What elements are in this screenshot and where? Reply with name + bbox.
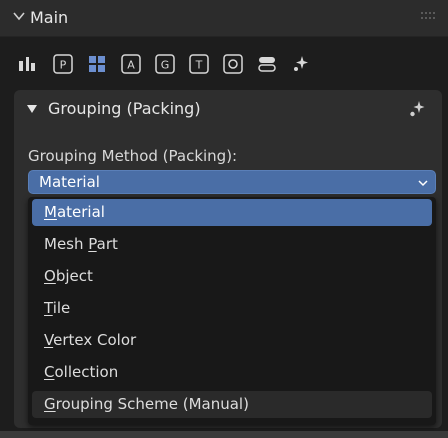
grouping-method-menu: Material Mesh Part Object Tile Vertex Color C… [28, 197, 436, 425]
grouping-section: Grouping (Packing) Grouping Method (Pack… [14, 90, 442, 428]
chevron-down-icon [418, 180, 428, 187]
menu-item-label-pre: Mesh [44, 235, 89, 253]
t-box-icon[interactable]: T [186, 51, 212, 77]
menu-item-label-post: rouping Scheme (Manual) [55, 395, 249, 413]
svg-text:A: A [127, 59, 135, 72]
g-box-icon[interactable]: G [152, 51, 178, 77]
toggle-icon[interactable] [254, 51, 280, 77]
menu-item[interactable]: Vertex Color [32, 327, 432, 354]
menu-item-label: Object [44, 267, 93, 285]
chevron-down-icon [13, 12, 25, 21]
menu-item-label: Material [44, 203, 105, 221]
menu-item[interactable]: Tile [32, 295, 432, 322]
sparkle-icon[interactable] [288, 51, 314, 77]
menu-item-label: Tile [44, 299, 70, 317]
grouping-method-label: Grouping Method (Packing): [28, 147, 238, 165]
menu-item-label-post: art [96, 235, 118, 253]
menu-item-label: Collection [44, 363, 118, 381]
panel-header[interactable]: Main [0, 0, 448, 37]
o-box-icon[interactable] [220, 51, 246, 77]
tool-icon[interactable] [14, 51, 40, 77]
grid-icon[interactable] [84, 51, 110, 77]
menu-item[interactable]: Grouping Scheme (Manual) [32, 391, 432, 418]
bottom-scroll-bar[interactable] [0, 431, 448, 438]
menu-item-accelerator: P [88, 235, 97, 253]
menu-item-accelerator: G [44, 395, 56, 413]
drag-grip-icon[interactable] [420, 11, 438, 21]
menu-item[interactable]: Mesh Part [32, 231, 432, 258]
toolbar-icon-row: P A G T [10, 48, 442, 80]
menu-item-label-post: bject [55, 267, 93, 285]
grouping-method-dropdown[interactable]: Material [28, 170, 436, 194]
dropdown-value: Material [39, 173, 100, 191]
menu-item-label-post: aterial [56, 203, 105, 221]
menu-item-label-post: ertex Color [53, 331, 137, 349]
menu-item-label: Vertex Color [44, 331, 136, 349]
sparkle-settings-icon[interactable] [406, 98, 428, 120]
a-box-icon[interactable]: A [118, 51, 144, 77]
p-box-icon[interactable]: P [50, 51, 76, 77]
svg-text:G: G [161, 59, 170, 72]
panel-title: Main [30, 8, 69, 27]
menu-item-label-post: ile [52, 299, 71, 317]
menu-item-accelerator: V [44, 331, 54, 349]
menu-item[interactable]: Collection [32, 359, 432, 386]
menu-item-accelerator: O [44, 267, 56, 285]
menu-item-label: Mesh Part [44, 235, 118, 253]
menu-item[interactable]: Object [32, 263, 432, 290]
section-title: Grouping (Packing) [48, 99, 201, 118]
menu-item-label: Grouping Scheme (Manual) [44, 395, 249, 413]
collapse-arrow-icon [27, 105, 37, 113]
svg-text:T: T [195, 59, 203, 72]
menu-item-accelerator: T [44, 299, 53, 317]
menu-item-label-post: ollection [54, 363, 119, 381]
menu-item-accelerator: M [44, 203, 57, 221]
menu-item-accelerator: C [44, 363, 55, 381]
svg-text:P: P [60, 59, 67, 72]
menu-item[interactable]: Material [32, 199, 432, 226]
section-header[interactable]: Grouping (Packing) [14, 90, 442, 128]
